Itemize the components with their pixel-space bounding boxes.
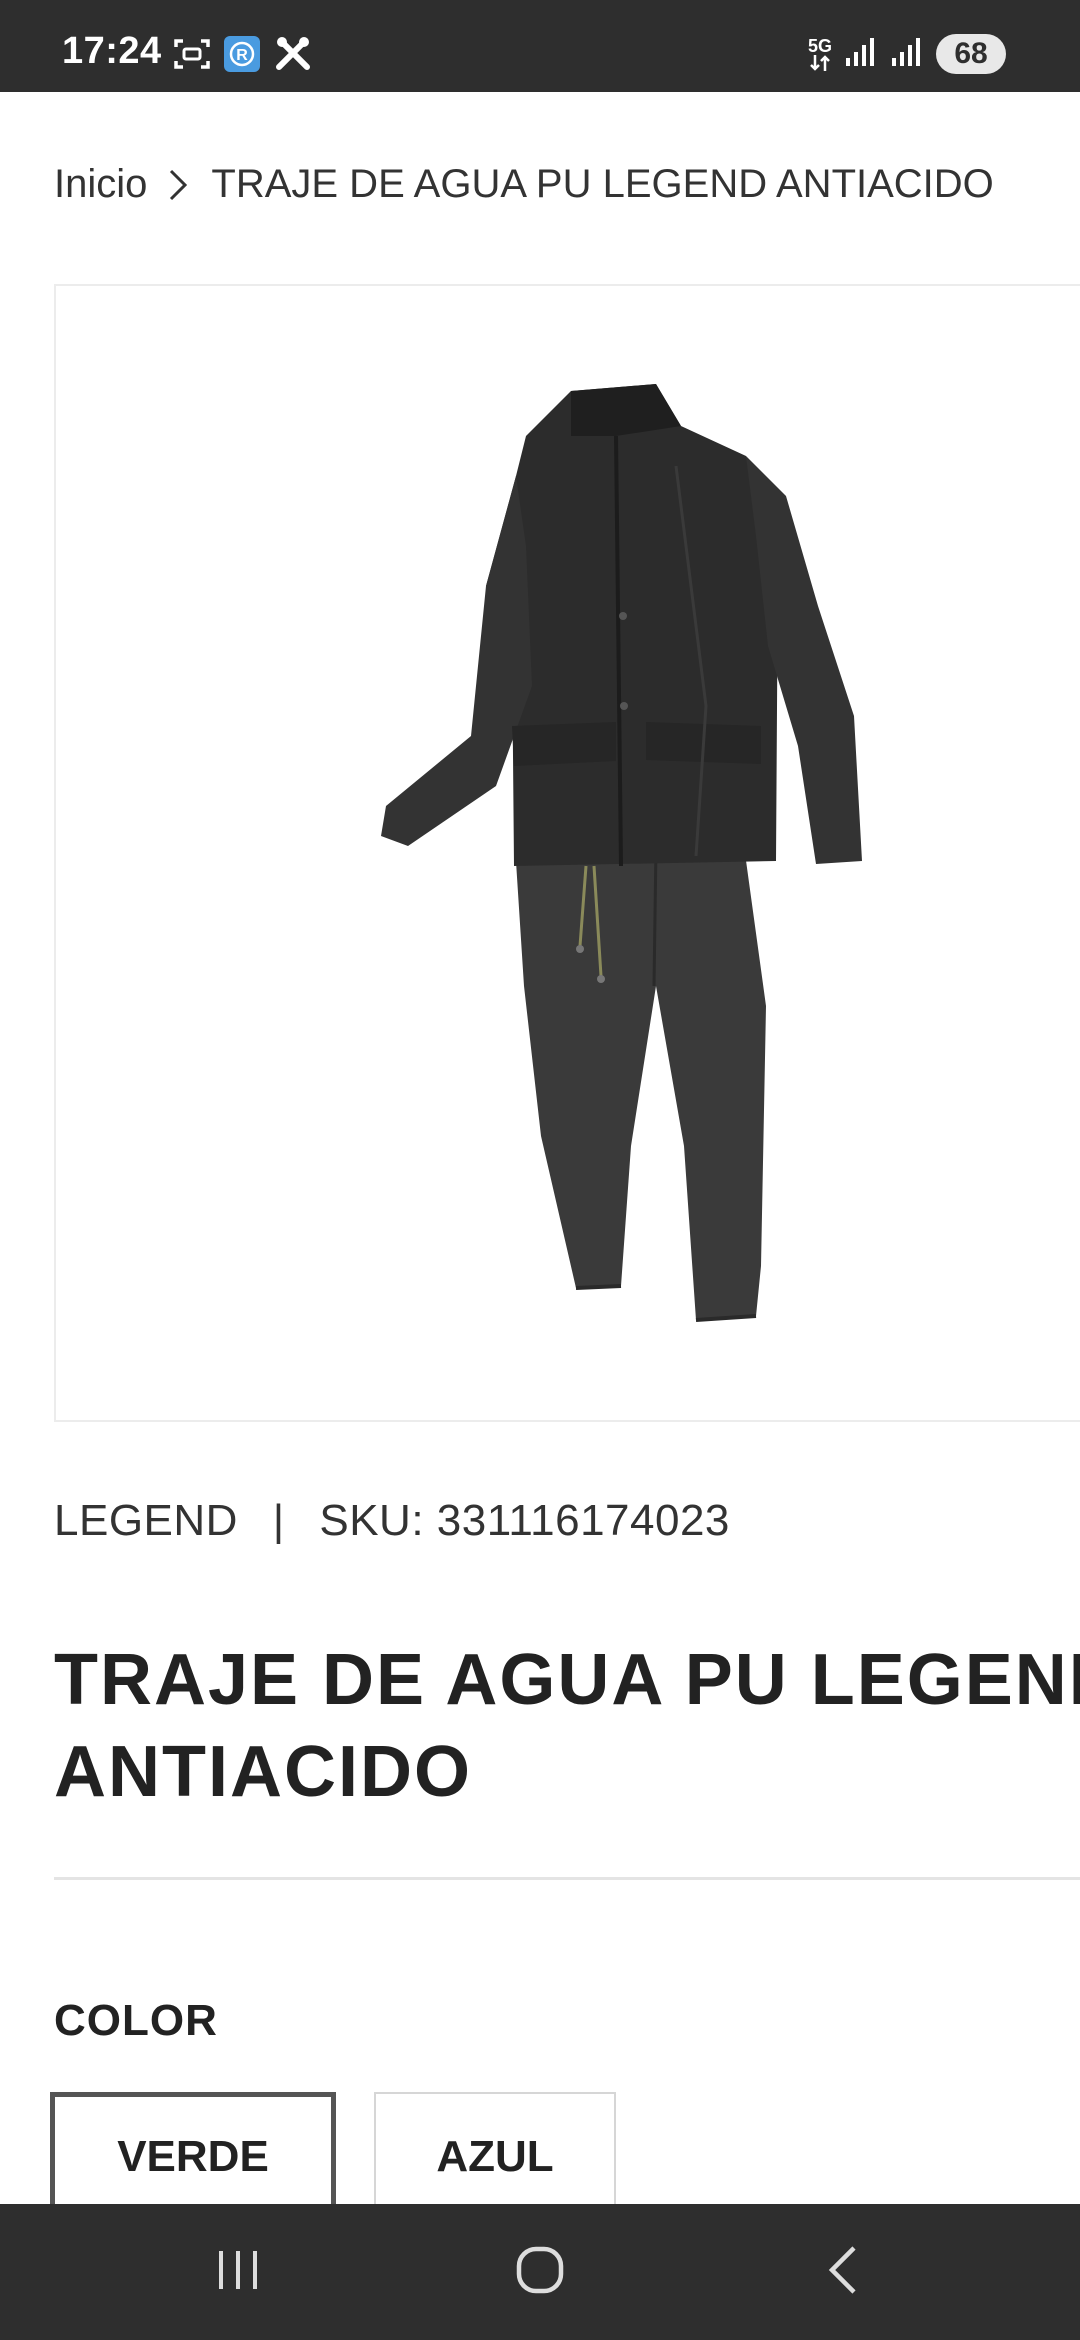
back-icon [824, 2244, 860, 2300]
brand-sku-separator: | [272, 1496, 285, 1545]
home-icon [515, 2245, 565, 2299]
breadcrumb: Inicio TRAJE DE AGUA PU LEGEND ANTIACIDO [54, 162, 994, 207]
color-option-azul[interactable]: AZUL [374, 2092, 616, 2222]
app-r-icon: R [224, 36, 260, 76]
product-title: TRAJE DE AGUA PU LEGEND ANTIACIDO [54, 1640, 1080, 1813]
screenshot-icon [174, 38, 210, 74]
status-icons-left: R [174, 36, 312, 76]
recent-apps-button[interactable] [208, 2244, 268, 2300]
battery-icon: 68 [936, 34, 1006, 74]
status-icons-right: 5G 68 [808, 34, 1006, 74]
signal-icon [844, 36, 878, 72]
brand-sku-line: LEGEND | SKU: 331116174023 [54, 1496, 730, 1546]
back-button[interactable] [812, 2244, 872, 2300]
product-image[interactable] [54, 284, 1080, 1422]
tools-icon [274, 36, 312, 76]
status-time: 17:24 [62, 30, 162, 72]
signal-icon [890, 36, 924, 72]
rain-suit-image [381, 384, 862, 1322]
color-option-label: COLOR [54, 1996, 218, 2045]
status-bar: 17:24 R 5G 68 [0, 0, 1080, 92]
chevron-right-icon [167, 167, 189, 203]
navigation-bar [0, 2204, 1080, 2340]
network-label: 5G [807, 36, 832, 56]
breadcrumb-current: TRAJE DE AGUA PU LEGEND ANTIACIDO [211, 162, 994, 206]
svg-text:R: R [236, 47, 248, 64]
brand-name: LEGEND [54, 1496, 238, 1545]
breadcrumb-home-link[interactable]: Inicio [54, 162, 147, 207]
recent-apps-icon [215, 2249, 261, 2295]
network-5g-icon: 5G [808, 37, 832, 71]
color-option-verde[interactable]: VERDE [50, 2092, 336, 2222]
divider [54, 1877, 1080, 1880]
product-sku: SKU: 331116174023 [319, 1496, 730, 1545]
home-button[interactable] [510, 2244, 570, 2300]
